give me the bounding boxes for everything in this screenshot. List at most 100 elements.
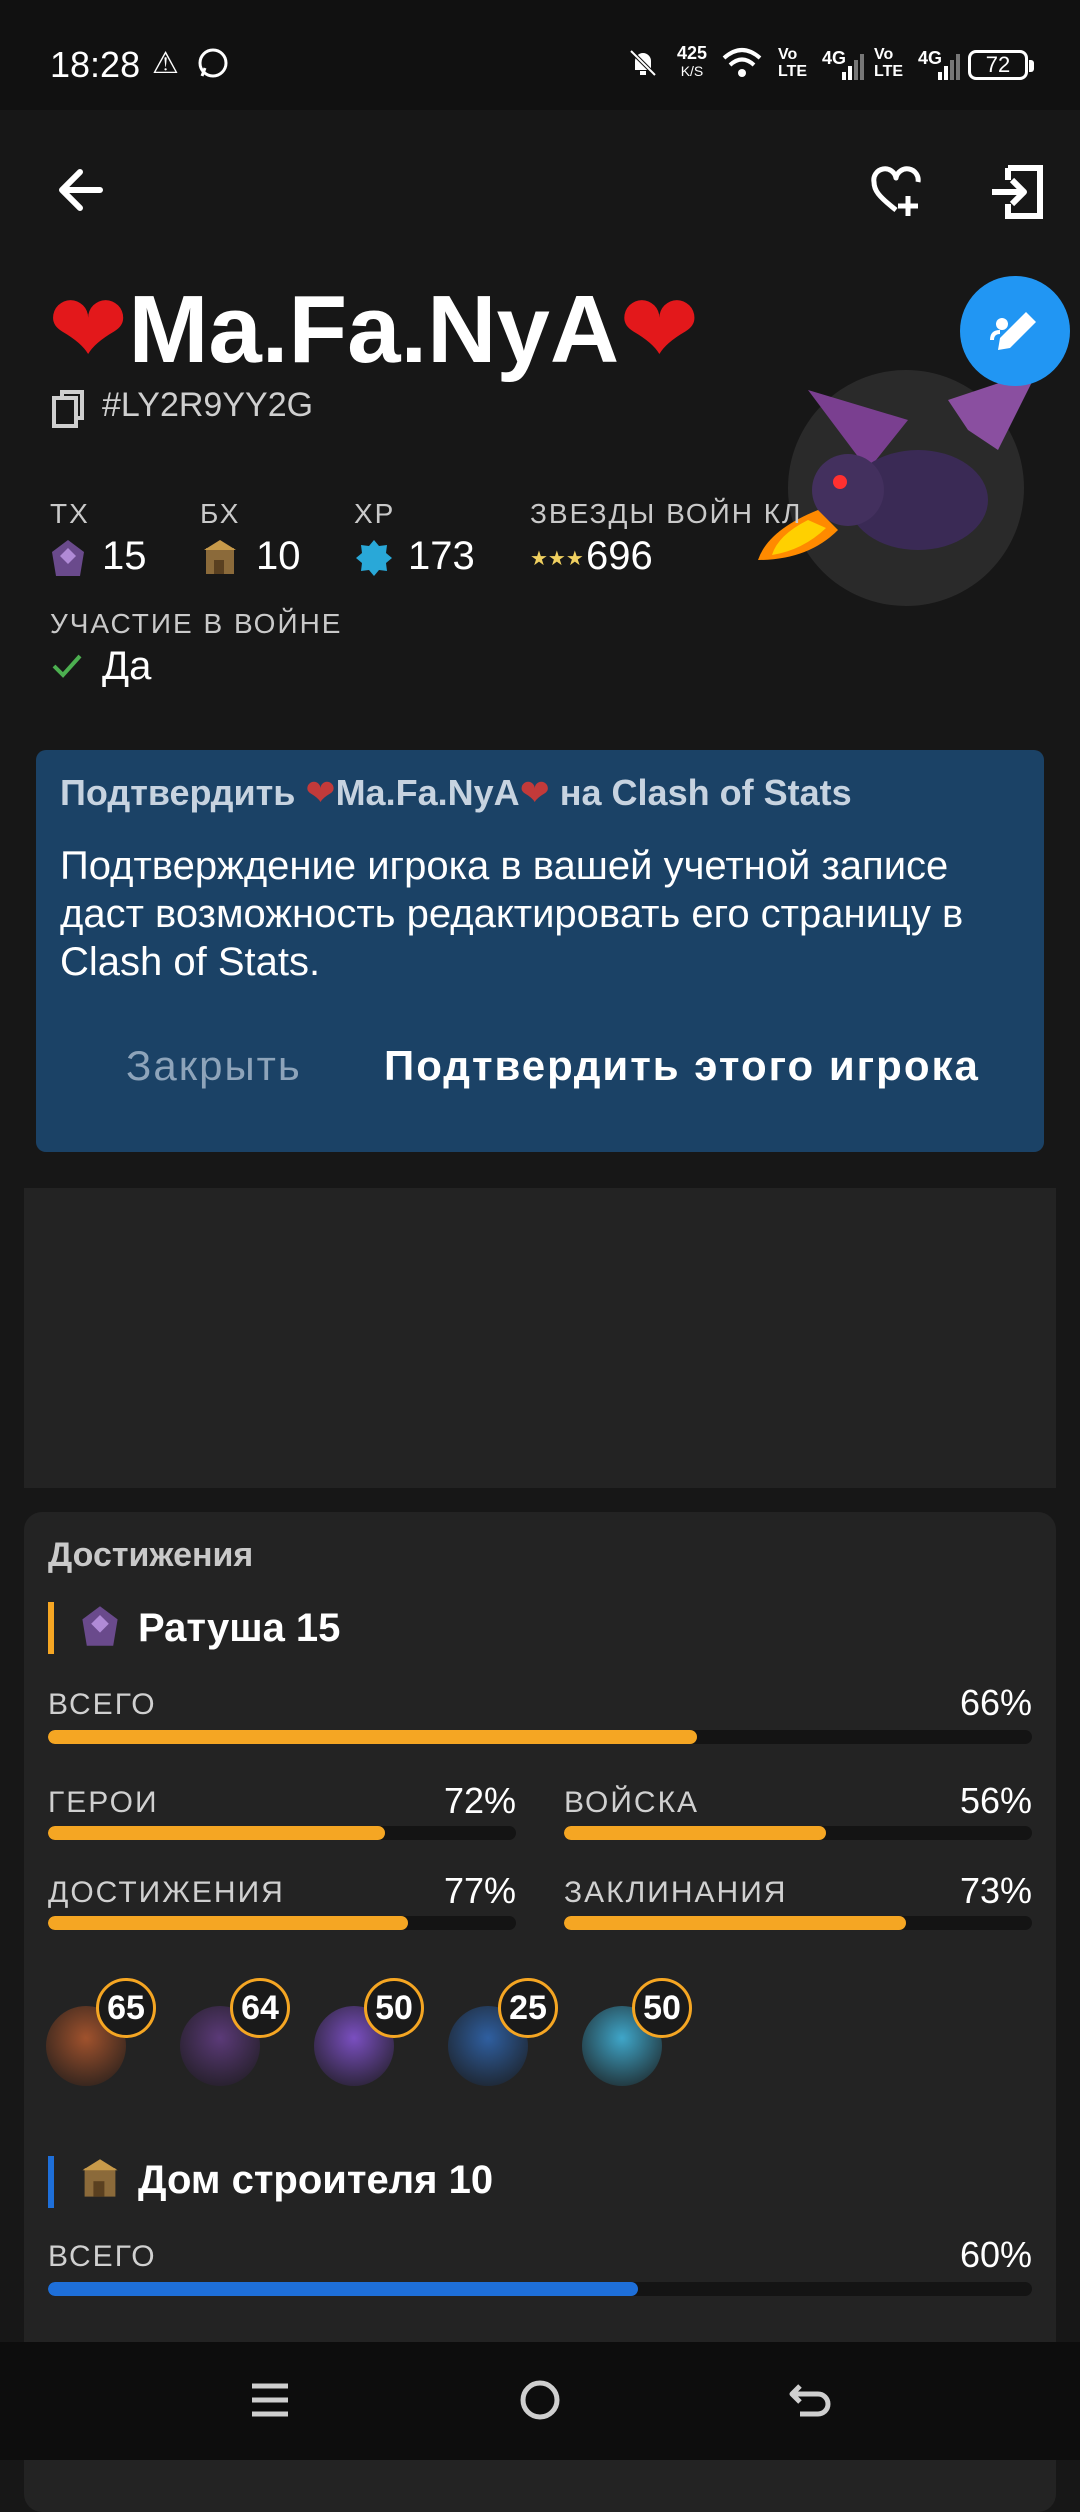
builder-base-title: Дом строителя 10 xyxy=(138,2158,494,2202)
xp-label: XP xyxy=(354,498,396,529)
heart-icon: ❤ xyxy=(305,772,336,813)
builder-hall-icon xyxy=(78,2156,122,2207)
war-pref-value: Да xyxy=(102,644,152,688)
favorite-button[interactable] xyxy=(868,164,924,225)
xp-value: 173 xyxy=(408,534,475,578)
war-stars-icon: ★★★ xyxy=(530,548,584,570)
section-accent-bar xyxy=(48,1602,54,1654)
player-avatar xyxy=(758,370,1038,606)
heart-icon: ❤ xyxy=(619,276,700,383)
troops-label: ВОЙСКА xyxy=(564,1786,700,1819)
exit-icon xyxy=(992,165,1043,219)
bh-label: БХ xyxy=(200,498,241,529)
wifi-icon xyxy=(722,46,762,88)
mute-bell-icon xyxy=(626,46,660,88)
builder-total-progress-fill xyxy=(48,2282,639,2296)
achievements-label: ДОСТИЖЕНИЯ xyxy=(48,1876,285,1909)
spells-progress xyxy=(564,1916,1032,1930)
troops-progress xyxy=(564,1826,1032,1840)
edit-button[interactable] xyxy=(960,276,1070,386)
verify-title-prefix: Подтвердить xyxy=(60,772,306,813)
verify-card-title: Подтвердить ❤Ma.Fa.NyA❤ на Clash of Stat… xyxy=(60,772,852,814)
status-time: 18:28 xyxy=(50,44,141,85)
achievements-title: Достижения xyxy=(48,1536,254,1574)
builder-hall-icon xyxy=(200,538,240,583)
verify-card-text: Подтверждение игрока в вашей учетной зап… xyxy=(60,844,964,984)
verify-title-suffix: на Clash of Stats xyxy=(549,772,852,813)
spells-progress-fill xyxy=(564,1916,906,1930)
builder-total-progress xyxy=(48,2282,1032,2296)
war-stars-label: ЗВЕЗДЫ ВОЙН КЛ xyxy=(530,498,803,529)
heart-icon: ❤ xyxy=(519,772,550,813)
bh-value: 10 xyxy=(256,534,301,578)
logout-button[interactable] xyxy=(988,162,1048,227)
status-bar: 18:28 ⚠ 425 K/S Vo LTE 4G Vo LTE 4G 72 xyxy=(0,0,1080,110)
back-gesture-icon xyxy=(789,2384,831,2417)
builder-total-label: ВСЕГО xyxy=(48,2240,157,2273)
copy-tag-button[interactable] xyxy=(50,390,86,433)
heroes-value: 72% xyxy=(443,1780,516,1821)
heart-icon: ❤ xyxy=(48,276,129,383)
pencil-icon xyxy=(990,312,1036,350)
whatsapp-icon xyxy=(196,46,230,88)
xp-badge-icon xyxy=(354,538,394,583)
hero-level-badge: 50 xyxy=(632,1978,692,2038)
home-village-title: Ратуша 15 xyxy=(138,1606,341,1650)
hero-level-badge: 50 xyxy=(364,1978,424,2038)
achievements-progress xyxy=(48,1916,516,1930)
clipboard-icon xyxy=(52,390,84,428)
builder-total-value: 60% xyxy=(959,2234,1032,2275)
menu-button[interactable] xyxy=(246,2376,294,2429)
close-button[interactable]: Закрыть xyxy=(126,1042,302,1090)
volte-1: Vo LTE xyxy=(778,46,808,80)
th-value: 15 xyxy=(102,534,147,578)
hero-level-badge: 25 xyxy=(498,1978,558,2038)
player-name-text: Ma.Fa.NyA xyxy=(128,276,620,383)
hero-level-badge: 64 xyxy=(230,1978,290,2038)
heart-plus-icon xyxy=(871,166,921,216)
town-hall-icon xyxy=(50,538,86,583)
achievements-progress-fill xyxy=(48,1916,409,1930)
section-accent-bar xyxy=(48,2156,54,2208)
system-nav-bar xyxy=(0,2342,1080,2460)
achievements-value: 77% xyxy=(443,1870,516,1911)
player-tag[interactable]: #LY2R9YY2G xyxy=(102,386,313,425)
back-nav-button[interactable] xyxy=(786,2376,834,2429)
total-progress xyxy=(48,1730,1032,1744)
volte-2: Vo LTE xyxy=(874,46,904,80)
battery-icon: 72 xyxy=(968,50,1034,80)
dragon-icon xyxy=(758,370,1038,560)
circle-home-icon xyxy=(520,2380,560,2420)
home-button[interactable] xyxy=(516,2376,564,2429)
player-name: ❤Ma.Fa.NyA❤ xyxy=(48,270,700,390)
hero-level-badge: 65 xyxy=(96,1978,156,2038)
total-value: 66% xyxy=(959,1682,1032,1723)
signal-bars-2-icon xyxy=(936,52,960,87)
heroes-label: ГЕРОИ xyxy=(48,1786,159,1819)
menu-icon xyxy=(252,2383,288,2417)
verify-title-name: Ma.Fa.NyA xyxy=(335,772,520,813)
total-label: ВСЕГО xyxy=(48,1688,157,1721)
troops-progress-fill xyxy=(564,1826,827,1840)
troops-value: 56% xyxy=(959,1780,1032,1821)
back-button[interactable] xyxy=(54,162,110,223)
confirm-player-button[interactable]: Подтвердить этого игрока xyxy=(384,1042,980,1090)
spells-label: ЗАКЛИНАНИЯ xyxy=(564,1876,788,1909)
ad-placeholder xyxy=(24,1188,1056,1488)
th-label: ТХ xyxy=(50,498,90,529)
heroes-row: 65 64 50 25 50 xyxy=(46,1978,1046,2088)
net-speed-unit: K/S xyxy=(680,63,704,79)
warning-icon: ⚠ xyxy=(152,47,179,80)
check-icon xyxy=(50,650,84,685)
war-pref-label: УЧАСТИЕ В ВОЙНЕ xyxy=(50,608,343,639)
signal-bars-1-icon xyxy=(840,52,864,87)
net-speed: 425 K/S xyxy=(672,44,712,80)
verify-player-card: Подтвердить ❤Ma.Fa.NyA❤ на Clash of Stat… xyxy=(36,750,1044,1152)
net-speed-value: 425 xyxy=(676,43,708,63)
arrow-left-icon xyxy=(59,169,103,211)
total-progress-fill xyxy=(48,1730,698,1744)
heroes-progress xyxy=(48,1826,516,1840)
spells-value: 73% xyxy=(959,1870,1032,1911)
town-hall-icon xyxy=(80,1604,120,1653)
war-stars-value: 696 xyxy=(586,534,653,578)
